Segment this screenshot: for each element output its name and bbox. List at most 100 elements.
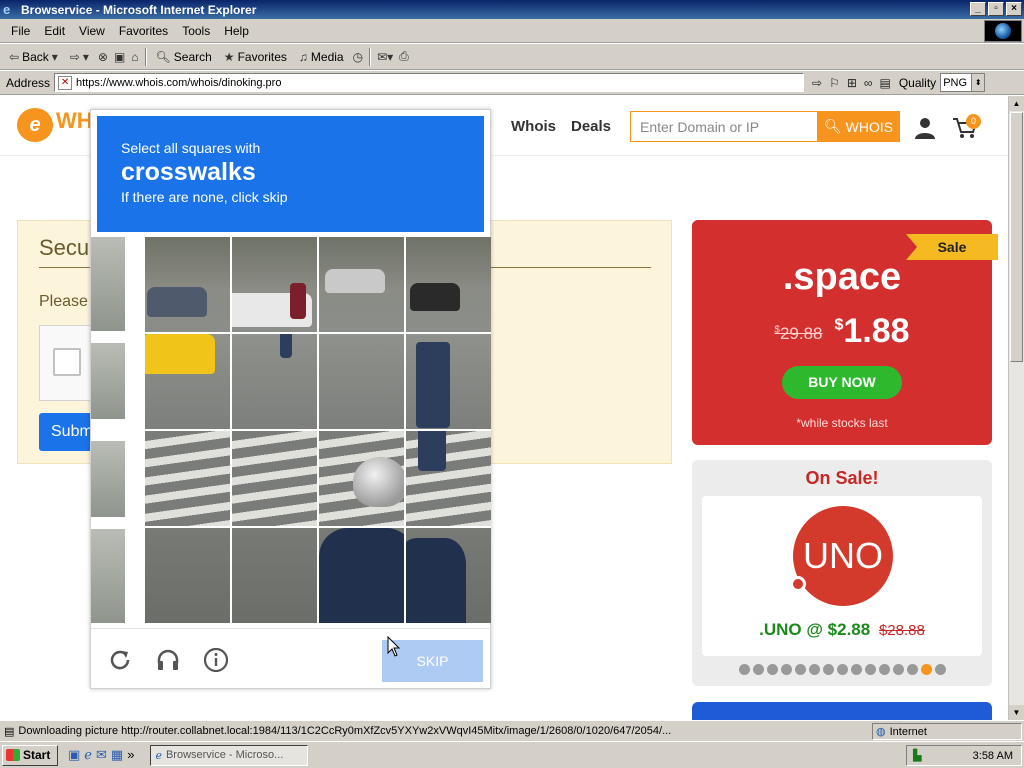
- favorites-icon: ★: [223, 49, 235, 64]
- challenge-tile-grid: [145, 237, 491, 623]
- mail-icon[interactable]: ✉▾: [377, 50, 393, 64]
- more-chevron-icon[interactable]: »: [127, 747, 134, 763]
- challenge-tile-16[interactable]: [406, 528, 491, 623]
- forward-button[interactable]: ⇨ ▾: [67, 50, 92, 64]
- challenge-tile-8[interactable]: [406, 334, 491, 429]
- crosswalk-stripes: [145, 431, 230, 526]
- carousel-dot[interactable]: [934, 664, 946, 675]
- menu-favorites[interactable]: Favorites: [112, 24, 175, 38]
- refresh-icon[interactable]: ▣: [114, 50, 125, 64]
- history-icon[interactable]: ◷: [353, 50, 363, 64]
- window-title: Browservice - Microsoft Internet Explore…: [21, 2, 257, 17]
- desktop-icon[interactable]: ▣: [68, 747, 80, 763]
- search-button[interactable]: 🔍︎ Search: [153, 50, 215, 64]
- challenge-tile-7[interactable]: [319, 334, 404, 429]
- start-button[interactable]: Start: [2, 744, 58, 766]
- whois-logo-icon[interactable]: e: [17, 108, 53, 142]
- menu-view[interactable]: View: [72, 24, 112, 38]
- carousel-dot[interactable]: [906, 664, 918, 675]
- domain-search-input[interactable]: Enter Domain or IP: [630, 111, 818, 142]
- whois-search-label: WHOIS: [845, 118, 894, 135]
- outlook-icon[interactable]: ✉: [96, 747, 107, 763]
- scroll-down-icon[interactable]: ▼: [1009, 705, 1024, 720]
- print-icon[interactable]: ⎙: [399, 49, 409, 64]
- nav-item-whois[interactable]: Whois: [511, 118, 556, 135]
- uno-promo[interactable]: UNO .UNO @ $2.88 $28.88: [702, 496, 982, 656]
- carousel-dot[interactable]: [920, 664, 932, 675]
- scroll-up-icon[interactable]: ▲: [1009, 96, 1024, 111]
- scroll-thumb[interactable]: [1010, 112, 1023, 362]
- sale-old-price: $29.88: [774, 324, 822, 344]
- carousel-dot[interactable]: [878, 664, 890, 675]
- carousel-dot[interactable]: [752, 664, 764, 675]
- network-icon[interactable]: ▙: [913, 749, 921, 762]
- forward-dropdown-icon[interactable]: ▾: [83, 50, 89, 64]
- address-input[interactable]: ✕ https://www.whois.com/whois/dinoking.p…: [54, 73, 805, 92]
- status-message: ▤ Downloading picture http://router.coll…: [0, 725, 800, 738]
- pedestrian: [416, 342, 450, 428]
- reload-icon[interactable]: [107, 647, 133, 673]
- challenge-tile-11[interactable]: [319, 431, 404, 526]
- challenge-tile-12[interactable]: [406, 431, 491, 526]
- system-tray: ▙ 3:58 AM: [906, 745, 1022, 766]
- bookmark-icon[interactable]: ⚐: [829, 76, 840, 90]
- menu-help[interactable]: Help: [217, 24, 256, 38]
- sale-old-amount: 29.88: [779, 324, 823, 343]
- close-button[interactable]: ×: [1006, 2, 1022, 16]
- back-button[interactable]: ⇦ Back ▾: [6, 50, 61, 64]
- whois-search-button[interactable]: 🔍︎ WHOIS: [817, 111, 900, 142]
- nav-item-deals[interactable]: Deals: [571, 118, 611, 135]
- favorites-button[interactable]: ★ Favorites: [221, 50, 290, 64]
- back-dropdown-icon[interactable]: ▾: [52, 50, 58, 64]
- site-logo-text[interactable]: WH: [56, 108, 93, 134]
- search-label: Search: [173, 49, 212, 64]
- menu-edit[interactable]: Edit: [37, 24, 72, 38]
- carousel-dot[interactable]: [892, 664, 904, 675]
- headphones-icon[interactable]: [155, 647, 181, 673]
- stop-icon[interactable]: ⊗: [98, 50, 108, 64]
- explorer-icon[interactable]: ▦: [111, 747, 123, 763]
- binoculars-icon[interactable]: ∞: [864, 76, 873, 90]
- minimize-button[interactable]: _: [970, 2, 986, 16]
- challenge-tile-14[interactable]: [232, 528, 317, 623]
- go-arrow-icon[interactable]: ⇨: [812, 76, 822, 90]
- menu-tools[interactable]: Tools: [175, 24, 217, 38]
- page-scrollbar[interactable]: ▲ ▼: [1008, 96, 1024, 720]
- challenge-tile-10[interactable]: [232, 431, 317, 526]
- carousel-dot[interactable]: [850, 664, 862, 675]
- challenge-tile-6[interactable]: [232, 334, 317, 429]
- recaptcha-checkbox[interactable]: [53, 348, 81, 376]
- taskbar-item-browservice[interactable]: ℯ Browservice - Microso...: [150, 744, 309, 766]
- info-icon[interactable]: [203, 647, 229, 673]
- carousel-dot[interactable]: [836, 664, 848, 675]
- quality-select[interactable]: PNG ⬍: [940, 73, 986, 92]
- home-icon[interactable]: ⌂: [131, 50, 138, 64]
- find-icon[interactable]: ⊞: [847, 76, 857, 90]
- menu-file[interactable]: File: [4, 24, 37, 38]
- challenge-tile-1[interactable]: [145, 237, 230, 332]
- uno-price: .UNO @ $2.88 $28.88: [702, 620, 982, 640]
- challenge-tile-13[interactable]: [145, 528, 230, 623]
- challenge-hint: If there are none, click skip: [121, 189, 288, 205]
- carousel-dot[interactable]: [738, 664, 750, 675]
- challenge-tile-2[interactable]: [232, 237, 317, 332]
- carousel-dot[interactable]: [864, 664, 876, 675]
- cart-count-badge: 0: [966, 114, 981, 129]
- user-icon[interactable]: [913, 116, 937, 140]
- carousel-dot[interactable]: [794, 664, 806, 675]
- media-button[interactable]: ♫ Media: [296, 50, 347, 64]
- sale-new-price: $1.88: [835, 312, 910, 351]
- ie-quicklaunch-icon[interactable]: ℯ: [84, 747, 92, 763]
- challenge-tile-3[interactable]: [319, 237, 404, 332]
- challenge-tile-5[interactable]: [145, 334, 230, 429]
- challenge-tile-4[interactable]: [406, 237, 491, 332]
- restore-button[interactable]: ▫: [988, 2, 1004, 16]
- challenge-tile-9[interactable]: [145, 431, 230, 526]
- buy-now-button[interactable]: BUY NOW: [782, 366, 902, 399]
- carousel-dot[interactable]: [808, 664, 820, 675]
- carousel-dot[interactable]: [766, 664, 778, 675]
- carousel-dot[interactable]: [780, 664, 792, 675]
- carousel-dot[interactable]: [822, 664, 834, 675]
- challenge-tile-15[interactable]: [319, 528, 404, 623]
- clipboard-icon[interactable]: ▤: [879, 76, 890, 90]
